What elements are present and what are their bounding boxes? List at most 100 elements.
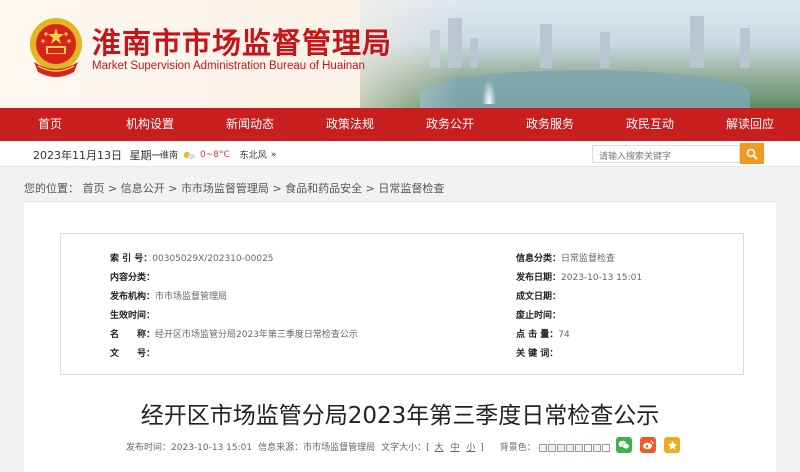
page: 淮南市市场监督管理局 Market Supervision Administra… — [0, 0, 800, 472]
search-button[interactable] — [740, 143, 764, 164]
font-large-button[interactable]: 大 — [435, 443, 444, 453]
meta-abolish-time: 废止时间： — [516, 308, 561, 321]
publish-time: 发布时间：2023-10-13 15:01 — [126, 440, 252, 453]
bg-swatch[interactable] — [547, 443, 556, 452]
national-emblem-icon — [30, 18, 82, 77]
nav-item-interpretation[interactable]: 解读回应 — [700, 108, 800, 141]
font-medium-button[interactable]: 中 — [450, 443, 459, 453]
meta-value: 市市场监督管理局 — [155, 292, 228, 302]
breadcrumb-info-disclosure[interactable]: 信息公开 — [121, 182, 165, 195]
weekday-text: 星期一 — [129, 149, 163, 162]
bg-color-label: 背景色： — [499, 443, 536, 453]
search-icon — [746, 148, 758, 160]
bg-swatch[interactable] — [592, 443, 601, 452]
lake — [420, 70, 750, 108]
meta-key: 成文日期： — [516, 292, 562, 302]
nav-item-gov-disclosure[interactable]: 政务公开 — [400, 108, 500, 141]
favorite-button[interactable] — [664, 437, 680, 453]
info-bar: 2023年11月13日 星期一 淮南 0~8°C 东北风 » 请输入搜索关键字 — [0, 141, 800, 167]
site-subtitle: Market Supervision Administration Bureau… — [92, 60, 365, 72]
share-wechat-button[interactable] — [616, 437, 632, 453]
meta-keywords: 关 键 词： — [516, 346, 558, 359]
meta-written-date: 成文日期： — [516, 289, 561, 302]
wechat-icon — [618, 440, 630, 450]
meta-name: 名 称：经开区市场监管分局2023年第三季度日常检查公示 — [110, 327, 358, 340]
breadcrumb: 您的位置： 首页 > 信息公开 > 市市场监督管理局 > 食品和药品安全 > 日… — [24, 180, 444, 196]
meta-info-category: 信息分类：日常监督检查 — [516, 251, 615, 264]
meta-key: 索 引 号： — [110, 254, 153, 264]
font-size-controls: 文字大小：[ 大 中 小 ] — [381, 440, 484, 453]
nav-item-news[interactable]: 新闻动态 — [200, 108, 300, 141]
building — [470, 38, 478, 68]
bg-swatch[interactable] — [601, 443, 610, 452]
building — [540, 24, 552, 68]
publish-time-value: 2023-10-13 15:01 — [171, 443, 253, 453]
meta-publisher: 发布机构：市市场监督管理局 — [110, 289, 227, 302]
meta-value: 2023-10-13 15:01 — [561, 273, 643, 283]
bg-swatch[interactable] — [583, 443, 592, 452]
building — [690, 16, 704, 68]
current-date: 2023年11月13日 星期一 — [33, 147, 163, 163]
font-size-label: 文字大小：[ — [381, 443, 430, 453]
meta-index-number: 索 引 号：00305029X/202310-00025 — [110, 251, 274, 264]
meta-click-count: 点 击 量：74 — [516, 327, 570, 340]
fountain — [482, 78, 496, 104]
meta-key: 信息分类： — [516, 254, 562, 264]
weather-more-link[interactable]: » — [271, 150, 277, 160]
header-banner: 淮南市市场监督管理局 Market Supervision Administra… — [0, 0, 800, 108]
breadcrumb-prefix: 您的位置： — [24, 182, 79, 195]
meta-key: 生效时间： — [110, 311, 156, 321]
meta-key: 内容分类： — [110, 273, 156, 283]
background-color-picker: 背景色： — [500, 440, 611, 453]
article-title: 经开区市场监管分局2023年第三季度日常检查公示 — [140, 403, 660, 429]
bg-swatch[interactable] — [538, 443, 547, 452]
meta-key: 发布机构： — [110, 292, 156, 302]
nav-item-gov-service[interactable]: 政务服务 — [500, 108, 600, 141]
nav-item-home[interactable]: 首页 — [0, 108, 100, 141]
meta-value: 74 — [558, 330, 570, 340]
bg-swatch[interactable] — [556, 443, 565, 452]
meta-key: 发布日期： — [516, 273, 562, 283]
breadcrumb-food-drug[interactable]: 食品和药品安全 — [285, 182, 362, 195]
meta-value: 经开区市场监管分局2023年第三季度日常检查公示 — [155, 330, 358, 340]
breadcrumb-home[interactable]: 首页 — [83, 182, 105, 195]
meta-key: 名 称： — [110, 330, 156, 340]
nav-item-interaction[interactable]: 政民互动 — [600, 108, 700, 141]
weather-widget: 淮南 0~8°C 东北风 » — [160, 148, 277, 162]
weather-city: 淮南 — [160, 151, 179, 161]
article-meta: 发布时间：2023-10-13 15:01 信息来源：市市场监督管理局 文字大小… — [126, 440, 611, 453]
building — [600, 32, 610, 68]
breadcrumb-divider — [24, 201, 776, 202]
font-size-bracket: ] — [480, 443, 484, 453]
meta-key: 点 击 量： — [516, 330, 559, 340]
building — [740, 28, 750, 68]
site-title: 淮南市市场监督管理局 — [92, 26, 393, 60]
bg-swatch[interactable] — [565, 443, 574, 452]
weather-sun-icon — [183, 151, 196, 159]
main-nav: 首页 机构设置 新闻动态 政策法规 政务公开 政务服务 政民互动 解读回应 — [0, 108, 800, 141]
bg-swatch[interactable] — [574, 443, 583, 452]
meta-key: 文 号： — [110, 349, 156, 359]
meta-content-category: 内容分类： — [110, 270, 155, 283]
weather-wind: 东北风 — [239, 151, 267, 161]
source-label: 信息来源： — [258, 443, 304, 453]
meta-doc-number: 文 号： — [110, 346, 155, 359]
meta-key: 关 键 词： — [516, 349, 559, 359]
font-small-button[interactable]: 小 — [466, 443, 475, 453]
share-weibo-button[interactable] — [640, 437, 656, 453]
weibo-icon — [643, 440, 654, 450]
nav-item-organization[interactable]: 机构设置 — [100, 108, 200, 141]
meta-effective-time: 生效时间： — [110, 308, 155, 321]
nav-item-policy[interactable]: 政策法规 — [300, 108, 400, 141]
breadcrumb-sep: > — [365, 182, 379, 195]
search-input[interactable]: 请输入搜索关键字 — [592, 145, 740, 163]
info-source: 信息来源：市市场监督管理局 — [258, 440, 375, 453]
date-text: 2023年11月13日 — [33, 149, 122, 162]
breadcrumb-bureau[interactable]: 市市场监督管理局 — [181, 182, 269, 195]
weather-temp: 0~8°C — [200, 149, 230, 160]
meta-publish-date: 发布日期：2023-10-13 15:01 — [516, 270, 642, 283]
source-value: 市市场监督管理局 — [303, 443, 376, 453]
breadcrumb-daily-inspection[interactable]: 日常监督检查 — [378, 182, 444, 195]
publish-time-label: 发布时间： — [126, 443, 172, 453]
meta-value: 00305029X/202310-00025 — [152, 254, 274, 264]
